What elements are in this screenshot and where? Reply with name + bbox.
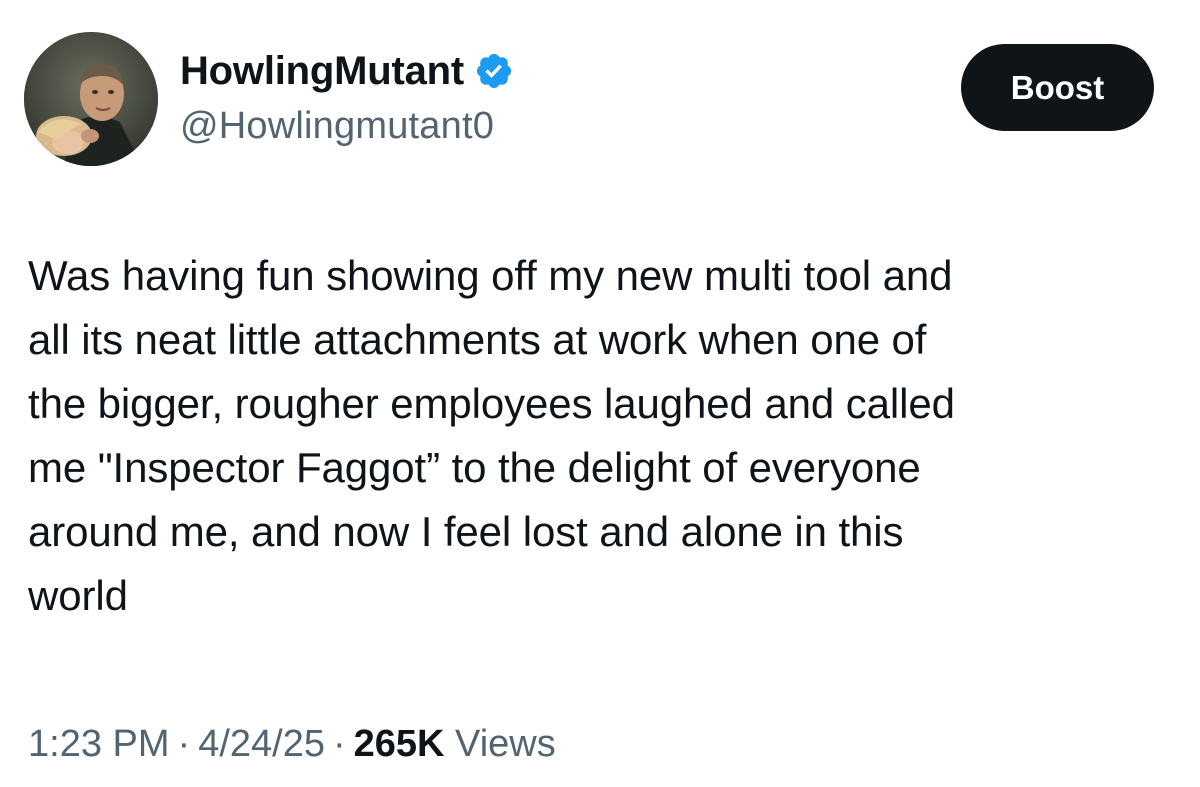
- verified-badge-icon: [474, 51, 514, 91]
- tweet-meta: 1:23 PM · 4/24/25 · 265K Views: [28, 718, 556, 770]
- author-avatar[interactable]: [24, 32, 158, 166]
- tweet-card: HowlingMutant @Howlingmutant0 Boost Was …: [0, 0, 1200, 787]
- author-name-row: HowlingMutant: [180, 44, 514, 98]
- views-count[interactable]: 265K: [354, 723, 445, 765]
- avatar-photo-icon: [24, 32, 158, 166]
- author-display-name[interactable]: HowlingMutant: [180, 44, 464, 98]
- tweet-text: Was having fun showing off my new multi …: [28, 252, 955, 619]
- meta-separator: ·: [332, 723, 346, 765]
- meta-separator: ·: [177, 723, 191, 765]
- tweet-date[interactable]: 4/24/25: [198, 723, 325, 765]
- author-handle[interactable]: @Howlingmutant0: [180, 102, 494, 150]
- boost-button[interactable]: Boost: [961, 44, 1154, 131]
- tweet-time[interactable]: 1:23 PM: [28, 723, 170, 765]
- views-label: Views: [455, 723, 556, 765]
